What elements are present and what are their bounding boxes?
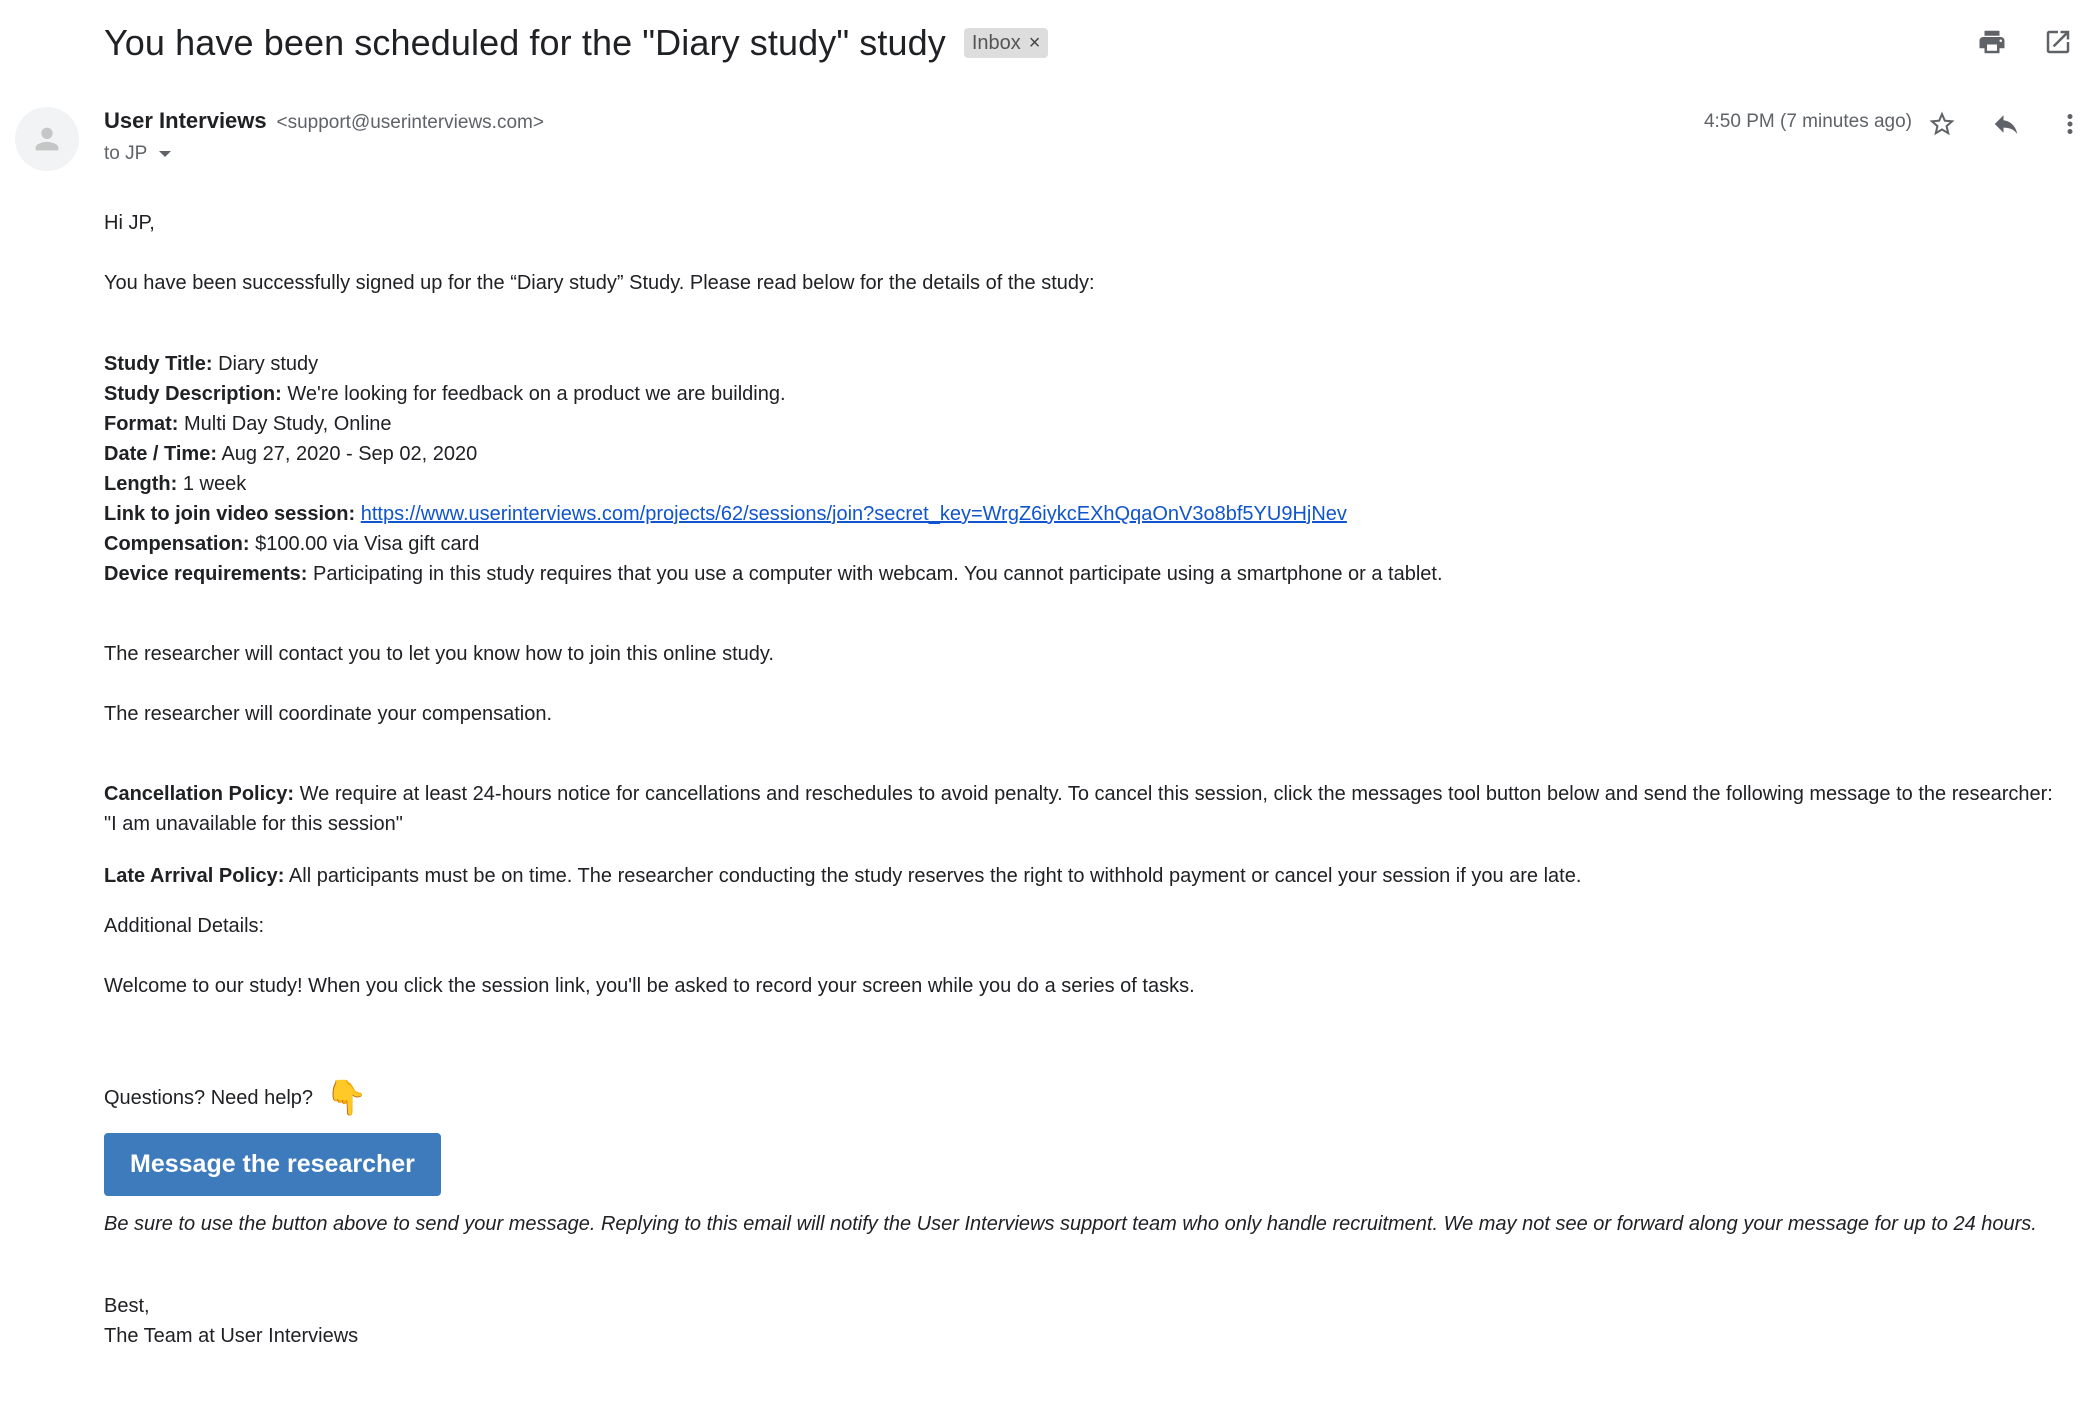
policy-text: We require at least 24-hours notice for … [104,783,2053,835]
welcome-text: Welcome to our study! When you click the… [104,975,1195,997]
detail-row: Compensation: $100.00 via Visa gift card [104,529,2064,559]
message-actions [1922,104,2090,144]
signature: The Team at User Interviews [104,1325,359,1347]
open-in-new-window-icon[interactable] [2038,22,2078,62]
detail-label: Length: [104,473,178,495]
detail-row: Link to join video session: https://www.… [104,499,2064,529]
recipient-details-chevron-down-icon[interactable] [159,151,172,157]
reply-icon[interactable] [1986,104,2026,144]
detail-row: Study Title: Diary study [104,349,2064,379]
detail-label: Device requirements: [104,563,308,585]
disclaimer-text: Be sure to use the button above to send … [104,1213,2037,1235]
detail-row: Format: Multi Day Study, Online [104,409,2064,439]
message-researcher-button[interactable]: Message the researcher [104,1133,441,1196]
email-subject: You have been scheduled for the "Diary s… [104,22,946,63]
policy-text: All participants must be on time. The re… [288,865,1582,887]
cancellation-policy: Cancellation Policy: We require at least… [104,779,2064,839]
signoff: Best, [104,1295,150,1317]
questions-line: Questions? Need help? 👇 [104,1079,2064,1117]
questions-text: Questions? Need help? [104,1087,314,1109]
detail-value: Aug 27, 2020 - Sep 02, 2020 [221,443,478,465]
inbox-label-text: Inbox [971,31,1021,54]
compensation-note: The researcher will coordinate your comp… [104,703,552,725]
study-details: Study Title: Diary study Study Descripti… [104,349,2064,589]
sender-name: User Interviews [104,108,267,133]
recipient-line[interactable]: to JP [104,143,172,165]
video-session-link[interactable]: https://www.userinterviews.com/projects/… [361,503,1347,525]
detail-label: Study Title: [104,353,213,375]
additional-details-label: Additional Details: [104,915,265,937]
thread-actions [1972,22,2078,62]
email-view: You have been scheduled for the "Diary s… [0,0,2098,1406]
detail-value: 1 week [182,473,247,495]
sender-avatar [15,107,79,171]
recipient-text: to JP [104,143,148,164]
detail-value: Diary study [218,353,319,375]
detail-label: Format: [104,413,179,435]
pointing-down-icon: 👇 [325,1079,368,1117]
detail-value: Participating in this study requires tha… [312,563,1443,585]
print-icon[interactable] [1972,22,2012,62]
detail-label: Link to join video session: [104,503,356,525]
email-body: Hi JP, You have been successfully signed… [104,208,2064,1351]
avatar-person-icon [35,127,59,151]
more-vert-icon[interactable] [2050,104,2090,144]
detail-row: Study Description: We're looking for fee… [104,379,2064,409]
detail-label: Date / Time: [104,443,217,465]
cta-wrapper: Message the researcher [104,1133,2064,1196]
star-icon[interactable] [1922,104,1962,144]
detail-label: Compensation: [104,533,250,555]
detail-value: We're looking for feedback on a product … [287,383,786,405]
detail-row: Length: 1 week [104,469,2064,499]
greeting: Hi JP, [104,212,155,234]
detail-value: $100.00 via Visa gift card [255,533,480,555]
detail-label: Study Description: [104,383,282,405]
inbox-label-chip[interactable]: Inbox × [963,28,1049,58]
intro-text: You have been successfully signed up for… [104,272,1095,294]
policy-label: Cancellation Policy: [104,783,295,805]
detail-row: Date / Time: Aug 27, 2020 - Sep 02, 2020 [104,439,2064,469]
email-timestamp: 4:50 PM (7 minutes ago) [1703,111,1912,132]
policy-label: Late Arrival Policy: [104,865,285,887]
sender-email: <support@userinterviews.com> [276,112,544,133]
contact-note: The researcher will contact you to let y… [104,643,774,665]
late-arrival-policy: Late Arrival Policy: All participants mu… [104,861,2064,891]
sender-line: User Interviews <support@userinterviews.… [104,108,544,134]
detail-value: Multi Day Study, Online [184,413,392,435]
remove-label-icon[interactable]: × [1029,32,1041,55]
subject-row: You have been scheduled for the "Diary s… [104,18,2078,68]
detail-row: Device requirements: Participating in th… [104,559,2064,589]
